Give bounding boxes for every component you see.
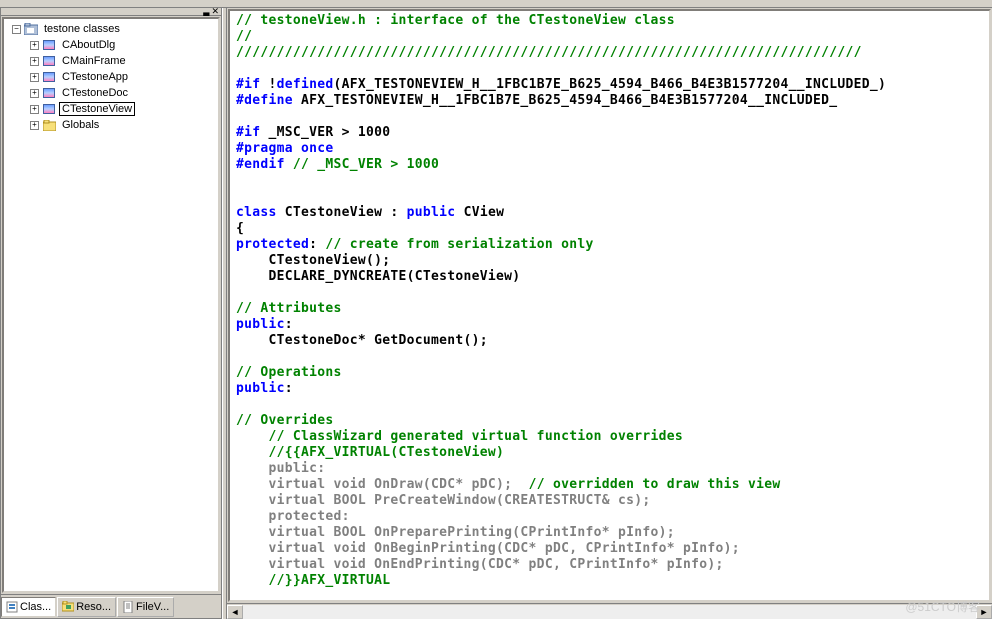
tree-item-label[interactable]: CTestoneView [59, 102, 135, 116]
class-icon [42, 103, 56, 115]
code-content[interactable]: // testoneView.h : interface of the CTes… [230, 11, 989, 600]
tab-label: FileV... [136, 601, 169, 613]
code-editor: // testoneView.h : interface of the CTes… [228, 9, 991, 602]
tree-item[interactable]: + CTestoneView [6, 101, 218, 117]
expand-icon[interactable]: + [30, 41, 39, 50]
tree-item[interactable]: + CAboutDlg [6, 37, 218, 53]
class-icon [42, 87, 56, 99]
tree-item[interactable]: + CTestoneDoc [6, 85, 218, 101]
tab-clas[interactable]: Clas... [1, 597, 56, 617]
tree-root[interactable]: − testone classes [6, 21, 218, 37]
tree-item[interactable]: + CMainFrame [6, 53, 218, 69]
tab-label: Clas... [20, 601, 51, 613]
tree-item-label[interactable]: Globals [59, 118, 102, 132]
tab-reso[interactable]: Reso... [57, 597, 116, 617]
tree-item[interactable]: + CTestoneApp [6, 69, 218, 85]
top-border [0, 0, 992, 8]
tree-item-label[interactable]: CTestoneDoc [59, 86, 131, 100]
main-area: ▃ ✕ − testone classes + CAboutDlg + CMainFr… [0, 8, 992, 619]
tree-item-label[interactable]: CAboutDlg [59, 38, 118, 52]
scroll-track[interactable] [243, 605, 976, 619]
expand-icon[interactable]: + [30, 121, 39, 130]
tab-label: Reso... [76, 601, 111, 613]
expand-icon[interactable]: + [30, 105, 39, 114]
tree-item-label[interactable]: CTestoneApp [59, 70, 131, 84]
tab-icon [62, 601, 74, 613]
class-icon [42, 39, 56, 51]
panel-handle[interactable]: ▃ ✕ [1, 8, 221, 16]
class-view-panel: ▃ ✕ − testone classes + CAboutDlg + CMainFr… [0, 8, 222, 619]
folder-icon [42, 119, 56, 131]
class-icon [42, 55, 56, 67]
tree-item[interactable]: + Globals [6, 117, 218, 133]
bottom-tabs: Clas... Reso... FileV... [1, 594, 221, 618]
expand-icon[interactable]: + [30, 73, 39, 82]
horizontal-scrollbar[interactable]: ◄ ► [227, 603, 992, 619]
tab-icon [122, 601, 134, 613]
class-tree-container: − testone classes +CAboutDlg+CMainFrame+… [2, 17, 220, 593]
project-icon [24, 23, 38, 35]
tab-filev[interactable]: FileV... [117, 597, 174, 617]
scroll-right-icon[interactable]: ► [976, 605, 992, 619]
scroll-left-icon[interactable]: ◄ [227, 605, 243, 619]
tree-item-label[interactable]: CMainFrame [59, 54, 129, 68]
collapse-icon[interactable]: − [12, 25, 21, 34]
undock-icon[interactable]: ▃ [203, 8, 209, 16]
close-icon[interactable]: ✕ [211, 8, 219, 17]
tab-icon [6, 601, 18, 613]
class-tree: − testone classes +CAboutDlg+CMainFrame+… [4, 19, 218, 135]
class-icon [42, 71, 56, 83]
code-editor-panel: // testoneView.h : interface of the CTes… [227, 8, 992, 619]
expand-icon[interactable]: + [30, 89, 39, 98]
tree-root-label[interactable]: testone classes [41, 22, 123, 36]
expand-icon[interactable]: + [30, 57, 39, 66]
